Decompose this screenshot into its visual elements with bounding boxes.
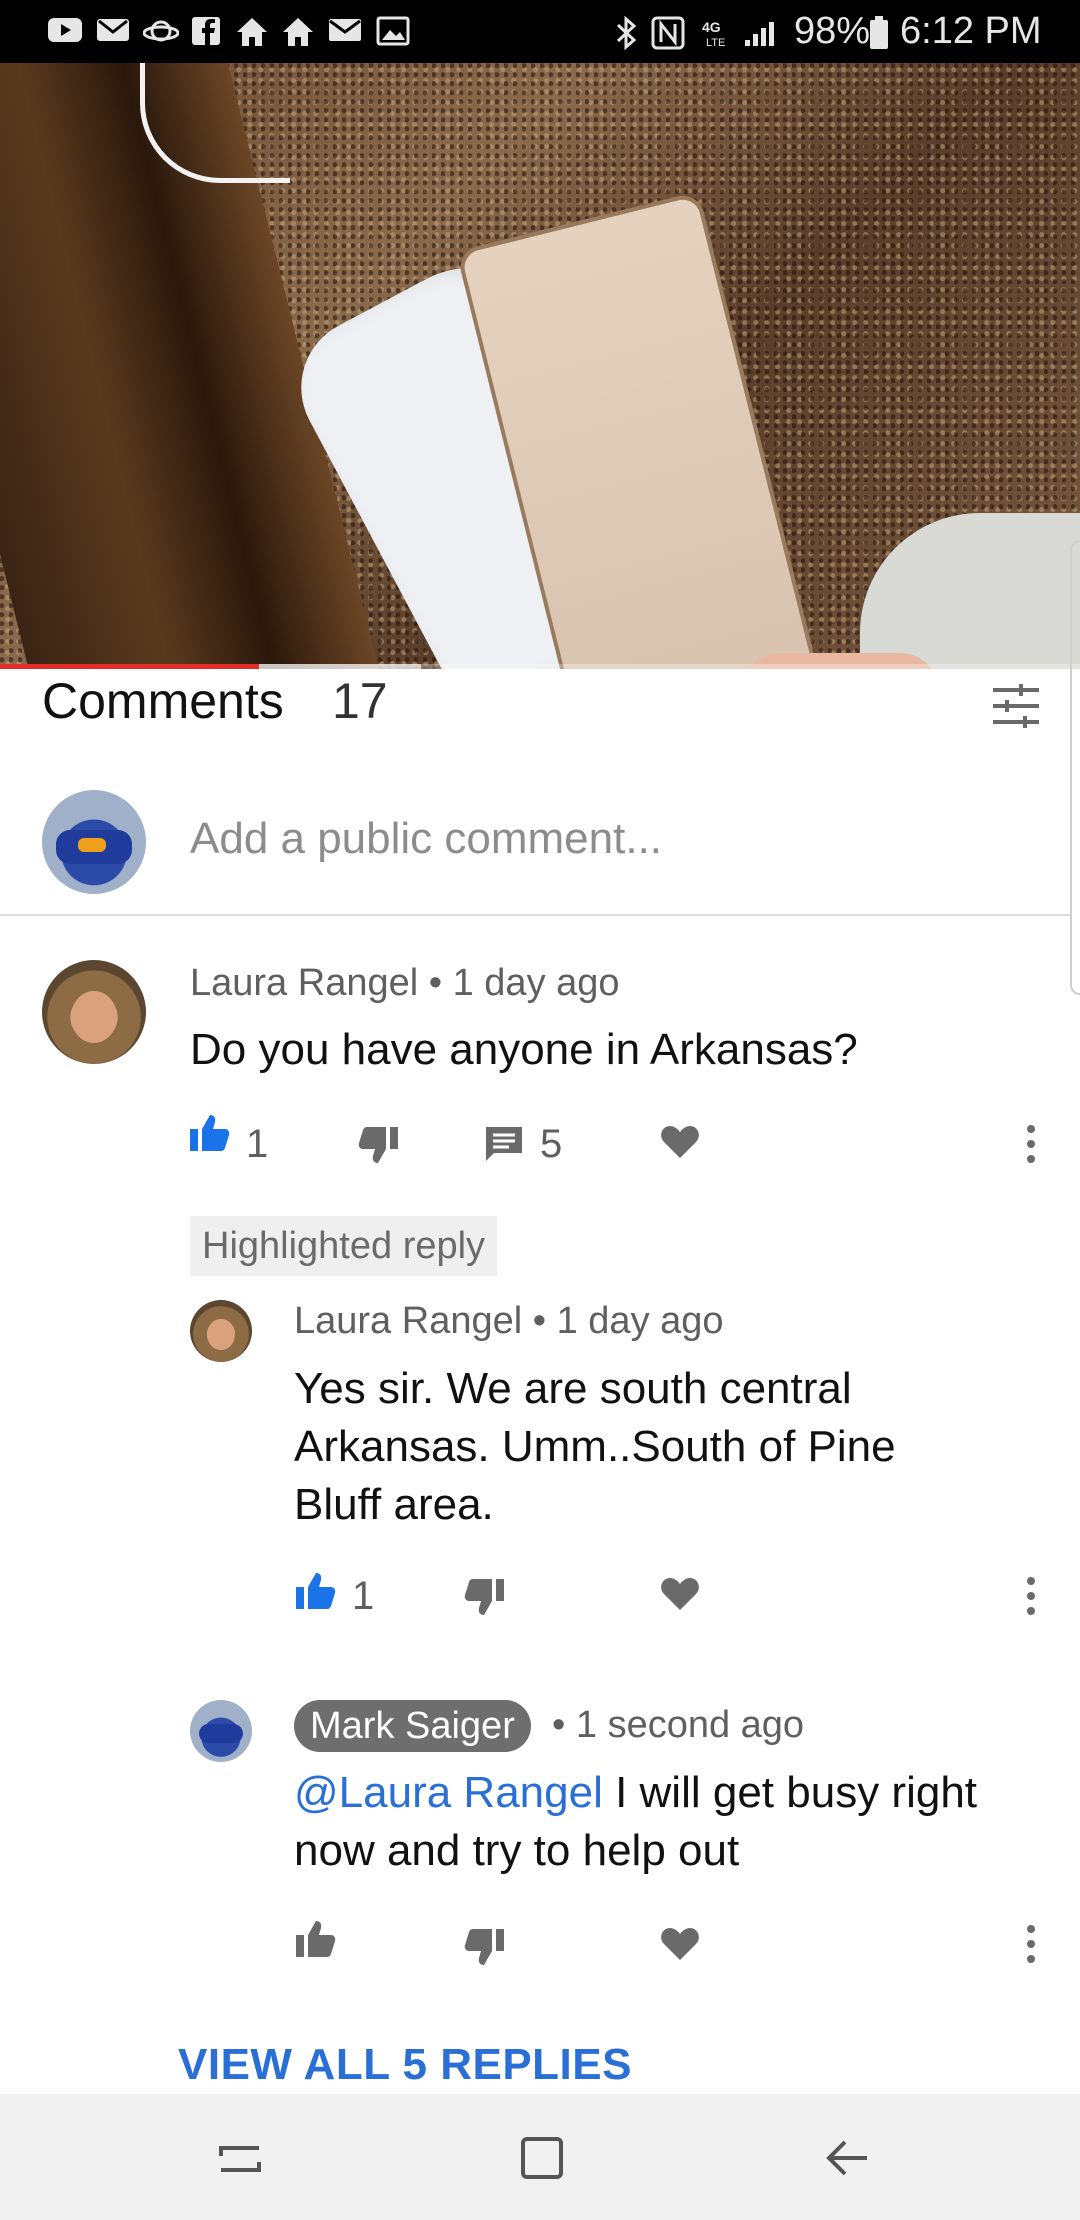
heart-icon[interactable] (658, 1574, 702, 1614)
like-count: 1 (246, 1122, 269, 1166)
nfc-icon (650, 16, 686, 50)
video-player[interactable] (0, 63, 1080, 669)
battery-icon (868, 16, 890, 50)
reply-count: 5 (540, 1122, 563, 1166)
battery-percent: 98% (794, 10, 871, 52)
comments-count: 17 (332, 673, 388, 729)
video-progress-fill (0, 664, 260, 669)
comment-text-line: @Laura Rangel I will get busy right (294, 1764, 977, 1822)
bluetooth-icon (612, 16, 642, 50)
image-icon (374, 16, 412, 46)
reply-icon[interactable] (482, 1122, 526, 1166)
edge-panel-handle[interactable] (1070, 540, 1080, 995)
home-square-icon[interactable] (512, 2130, 572, 2186)
comment-meta: • 1 second ago (552, 1704, 804, 1747)
divider (0, 914, 1070, 916)
comment-text-line: Yes sir. We are south central (294, 1364, 852, 1413)
lte-icon: 4G LTE (700, 16, 734, 50)
my-avatar (42, 790, 146, 894)
svg-text:LTE: LTE (706, 37, 725, 49)
heart-icon[interactable] (658, 1924, 702, 1964)
clock: 6:12 PM (900, 10, 1042, 52)
home-icon (280, 16, 316, 48)
svg-text:4G: 4G (702, 19, 721, 35)
video-frame-bottle (860, 513, 1080, 669)
meta-separator: • (428, 962, 453, 1004)
author-chip[interactable]: Mark Saiger (294, 1700, 531, 1752)
saturn-icon (142, 16, 180, 46)
comment-time: 1 day ago (452, 962, 620, 1004)
avatar[interactable] (42, 960, 146, 1064)
avatar[interactable] (190, 1300, 252, 1362)
avatar[interactable] (190, 1700, 252, 1762)
comment-text: Do you have anyone in Arkansas? (190, 1025, 858, 1074)
sort-icon[interactable] (988, 678, 1044, 734)
comment-text-line: Arkansas. Umm..South of Pine (294, 1422, 896, 1471)
more-options-icon[interactable] (1010, 1920, 1052, 1968)
comment-text: Yes sir. We are south central Arkansas. … (294, 1360, 896, 1534)
more-options-icon[interactable] (1010, 1572, 1052, 1620)
status-bar: 4G LTE 98% 6:12 PM (0, 0, 1080, 63)
comments-title: Comments (42, 673, 284, 729)
youtube-icon (46, 16, 84, 44)
meta-separator: • (552, 1704, 576, 1746)
comment-text-line: now and try to help out (294, 1826, 740, 1875)
comment-meta: Laura Rangel • 1 day ago (294, 1300, 724, 1343)
signal-icon (740, 16, 782, 48)
home-icon (234, 16, 270, 48)
more-options-icon[interactable] (1010, 1120, 1052, 1168)
facebook-icon (190, 16, 222, 46)
comment-author[interactable]: Laura Rangel (190, 962, 418, 1004)
add-comment-input[interactable]: Add a public comment... (190, 814, 662, 864)
comment-text: @Laura Rangel I will get busy right now … (294, 1764, 977, 1880)
thumbs-up-icon[interactable] (292, 1568, 338, 1614)
comment-meta: Laura Rangel • 1 day ago (190, 962, 620, 1005)
heart-icon[interactable] (658, 1122, 702, 1162)
gmail-icon (94, 16, 132, 44)
system-nav-bar (0, 2094, 1080, 2220)
meta-separator: • (532, 1300, 557, 1342)
comment-time: 1 second ago (575, 1704, 805, 1746)
comment-text-line: Bluff area. (294, 1480, 494, 1529)
back-icon[interactable] (818, 2130, 878, 2186)
mail-icon (326, 16, 364, 44)
highlighted-reply-badge: Highlighted reply (190, 1216, 498, 1276)
thumbs-down-icon[interactable] (462, 1574, 508, 1620)
comment-text-part: I will get busy right (602, 1768, 978, 1817)
thumbs-up-icon[interactable] (186, 1110, 232, 1156)
comment-time: 1 day ago (556, 1300, 724, 1342)
thumbs-down-icon[interactable] (356, 1122, 402, 1168)
thumbs-up-icon[interactable] (292, 1916, 338, 1962)
like-count: 1 (352, 1574, 375, 1618)
recent-apps-icon[interactable] (210, 2130, 270, 2186)
view-all-replies-button[interactable]: VIEW ALL 5 REPLIES (178, 2040, 632, 2090)
mention-link[interactable]: @Laura Rangel (294, 1768, 603, 1817)
comment-author[interactable]: Laura Rangel (294, 1300, 522, 1342)
thumbs-down-icon[interactable] (462, 1924, 508, 1970)
